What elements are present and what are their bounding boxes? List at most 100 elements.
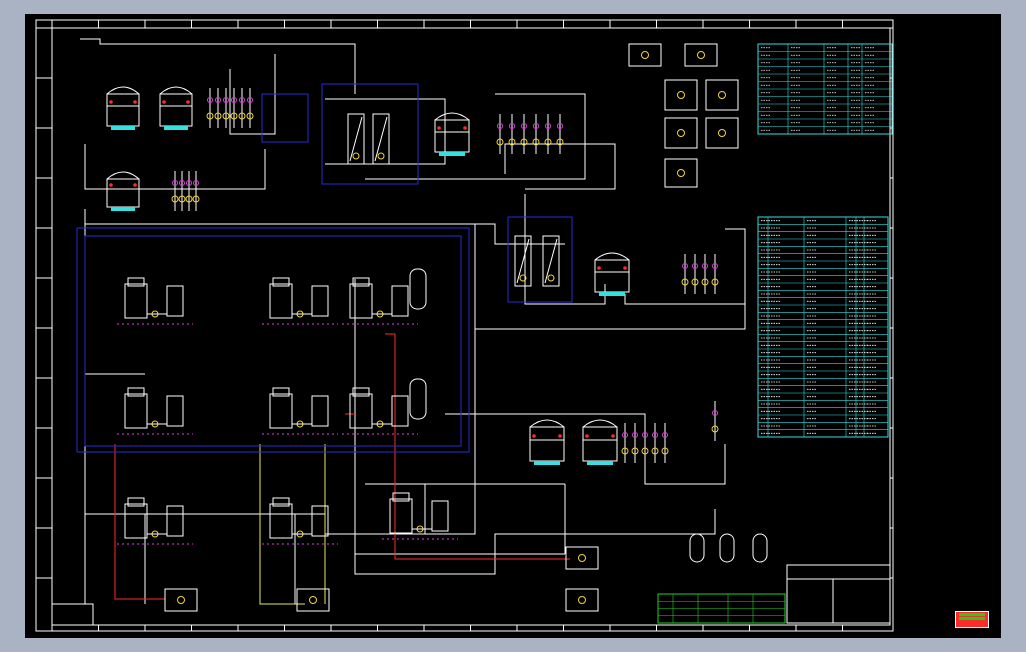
compressor-unit [262,497,338,545]
storage-tank [434,112,470,156]
nozzle-dot [133,183,137,187]
equipment-symbol [677,129,685,137]
separator [311,395,329,427]
tank-base [439,152,465,156]
title-box [786,564,891,624]
heat-exchanger [372,113,390,165]
separator [391,395,409,427]
compressor-top [272,497,290,507]
compressor-top [272,387,290,397]
heat-exchanger [347,113,365,165]
compressor-top [127,277,145,287]
hx-port [377,152,385,160]
schematic-canvas[interactable] [25,14,1001,638]
nozzle-dot [611,434,615,438]
equipment-symbol [641,51,649,59]
process-pipe [365,93,586,180]
unit-boundary [261,93,309,143]
hx-port [352,152,360,160]
equipment-symbol [718,91,726,99]
compressor-unit [342,277,418,325]
receiver-vessel [409,268,427,310]
receiver-vessel [752,533,768,563]
compressor-body [389,498,413,534]
separator [166,505,184,537]
equipment-symbol [697,51,705,59]
process-pipe [325,98,446,165]
nozzle-dot [437,126,441,130]
tank-body [529,426,565,462]
storage-tank [594,252,630,296]
process-pipe [475,223,565,245]
tank-head [106,86,140,95]
equipment-box [565,588,599,612]
hx-tube [544,238,558,284]
equipment-box [628,43,662,67]
tank-body [594,259,630,293]
receiver-vessel [719,533,735,563]
compressor-unit [117,387,193,435]
tank-base [164,126,188,130]
cold-pipe [259,444,305,605]
equipment-symbol [309,596,317,604]
equipment-symbol [177,596,185,604]
equipment-box [664,79,698,111]
storage-tank [159,86,193,130]
tank-base [587,461,613,465]
storage-tank [529,419,565,465]
nozzle-dot [585,434,589,438]
storage-tank [106,86,140,130]
compressor-top [272,277,290,287]
hx-tube [374,116,388,162]
tank-body [106,93,140,127]
separator [391,285,409,317]
compressor-body [269,283,293,319]
compressor-unit [382,492,458,540]
equipment-box [684,43,718,67]
tank-head [594,252,630,261]
compressor-unit [262,277,338,325]
unit-boundary [507,216,573,303]
equipment-box [565,546,599,570]
tank-body [582,426,618,462]
unit-boundary [76,227,470,453]
tank-head [529,419,565,428]
equipment-symbol [677,169,685,177]
nozzle-dot [463,126,467,130]
compressor-body [269,503,293,539]
tank-head [582,419,618,428]
tank-body [106,178,140,208]
process-pipe [624,294,745,305]
compressor-body [349,393,373,429]
nozzle-dot [532,434,536,438]
unit-boundary [84,235,462,447]
tank-base [111,126,135,130]
tank-head [159,86,193,95]
compressor-body [349,283,373,319]
equipment-list [757,216,889,438]
compressor-body [269,393,293,429]
compressor-unit [342,387,418,435]
separator [166,285,184,317]
tank-head [434,112,470,121]
receiver-vessel [689,533,705,563]
nozzle-dot [109,183,113,187]
equipment-symbol [677,91,685,99]
compressor-top [127,387,145,397]
process-pipe [445,413,726,485]
storage-tank [106,171,140,211]
tank-base [111,207,135,211]
compressor-body [124,393,148,429]
compressor-unit [117,277,193,325]
receiver-vessel [409,378,427,420]
separator [166,395,184,427]
separator [311,505,329,537]
cad-viewport[interactable] [25,14,1001,638]
corner-stamp-box [51,603,94,626]
legend-table [757,43,893,135]
nozzle-dot [133,100,137,104]
separator [311,285,329,317]
nozzle-dot [186,100,190,104]
tank-body [159,93,193,127]
storage-tank [582,419,618,465]
